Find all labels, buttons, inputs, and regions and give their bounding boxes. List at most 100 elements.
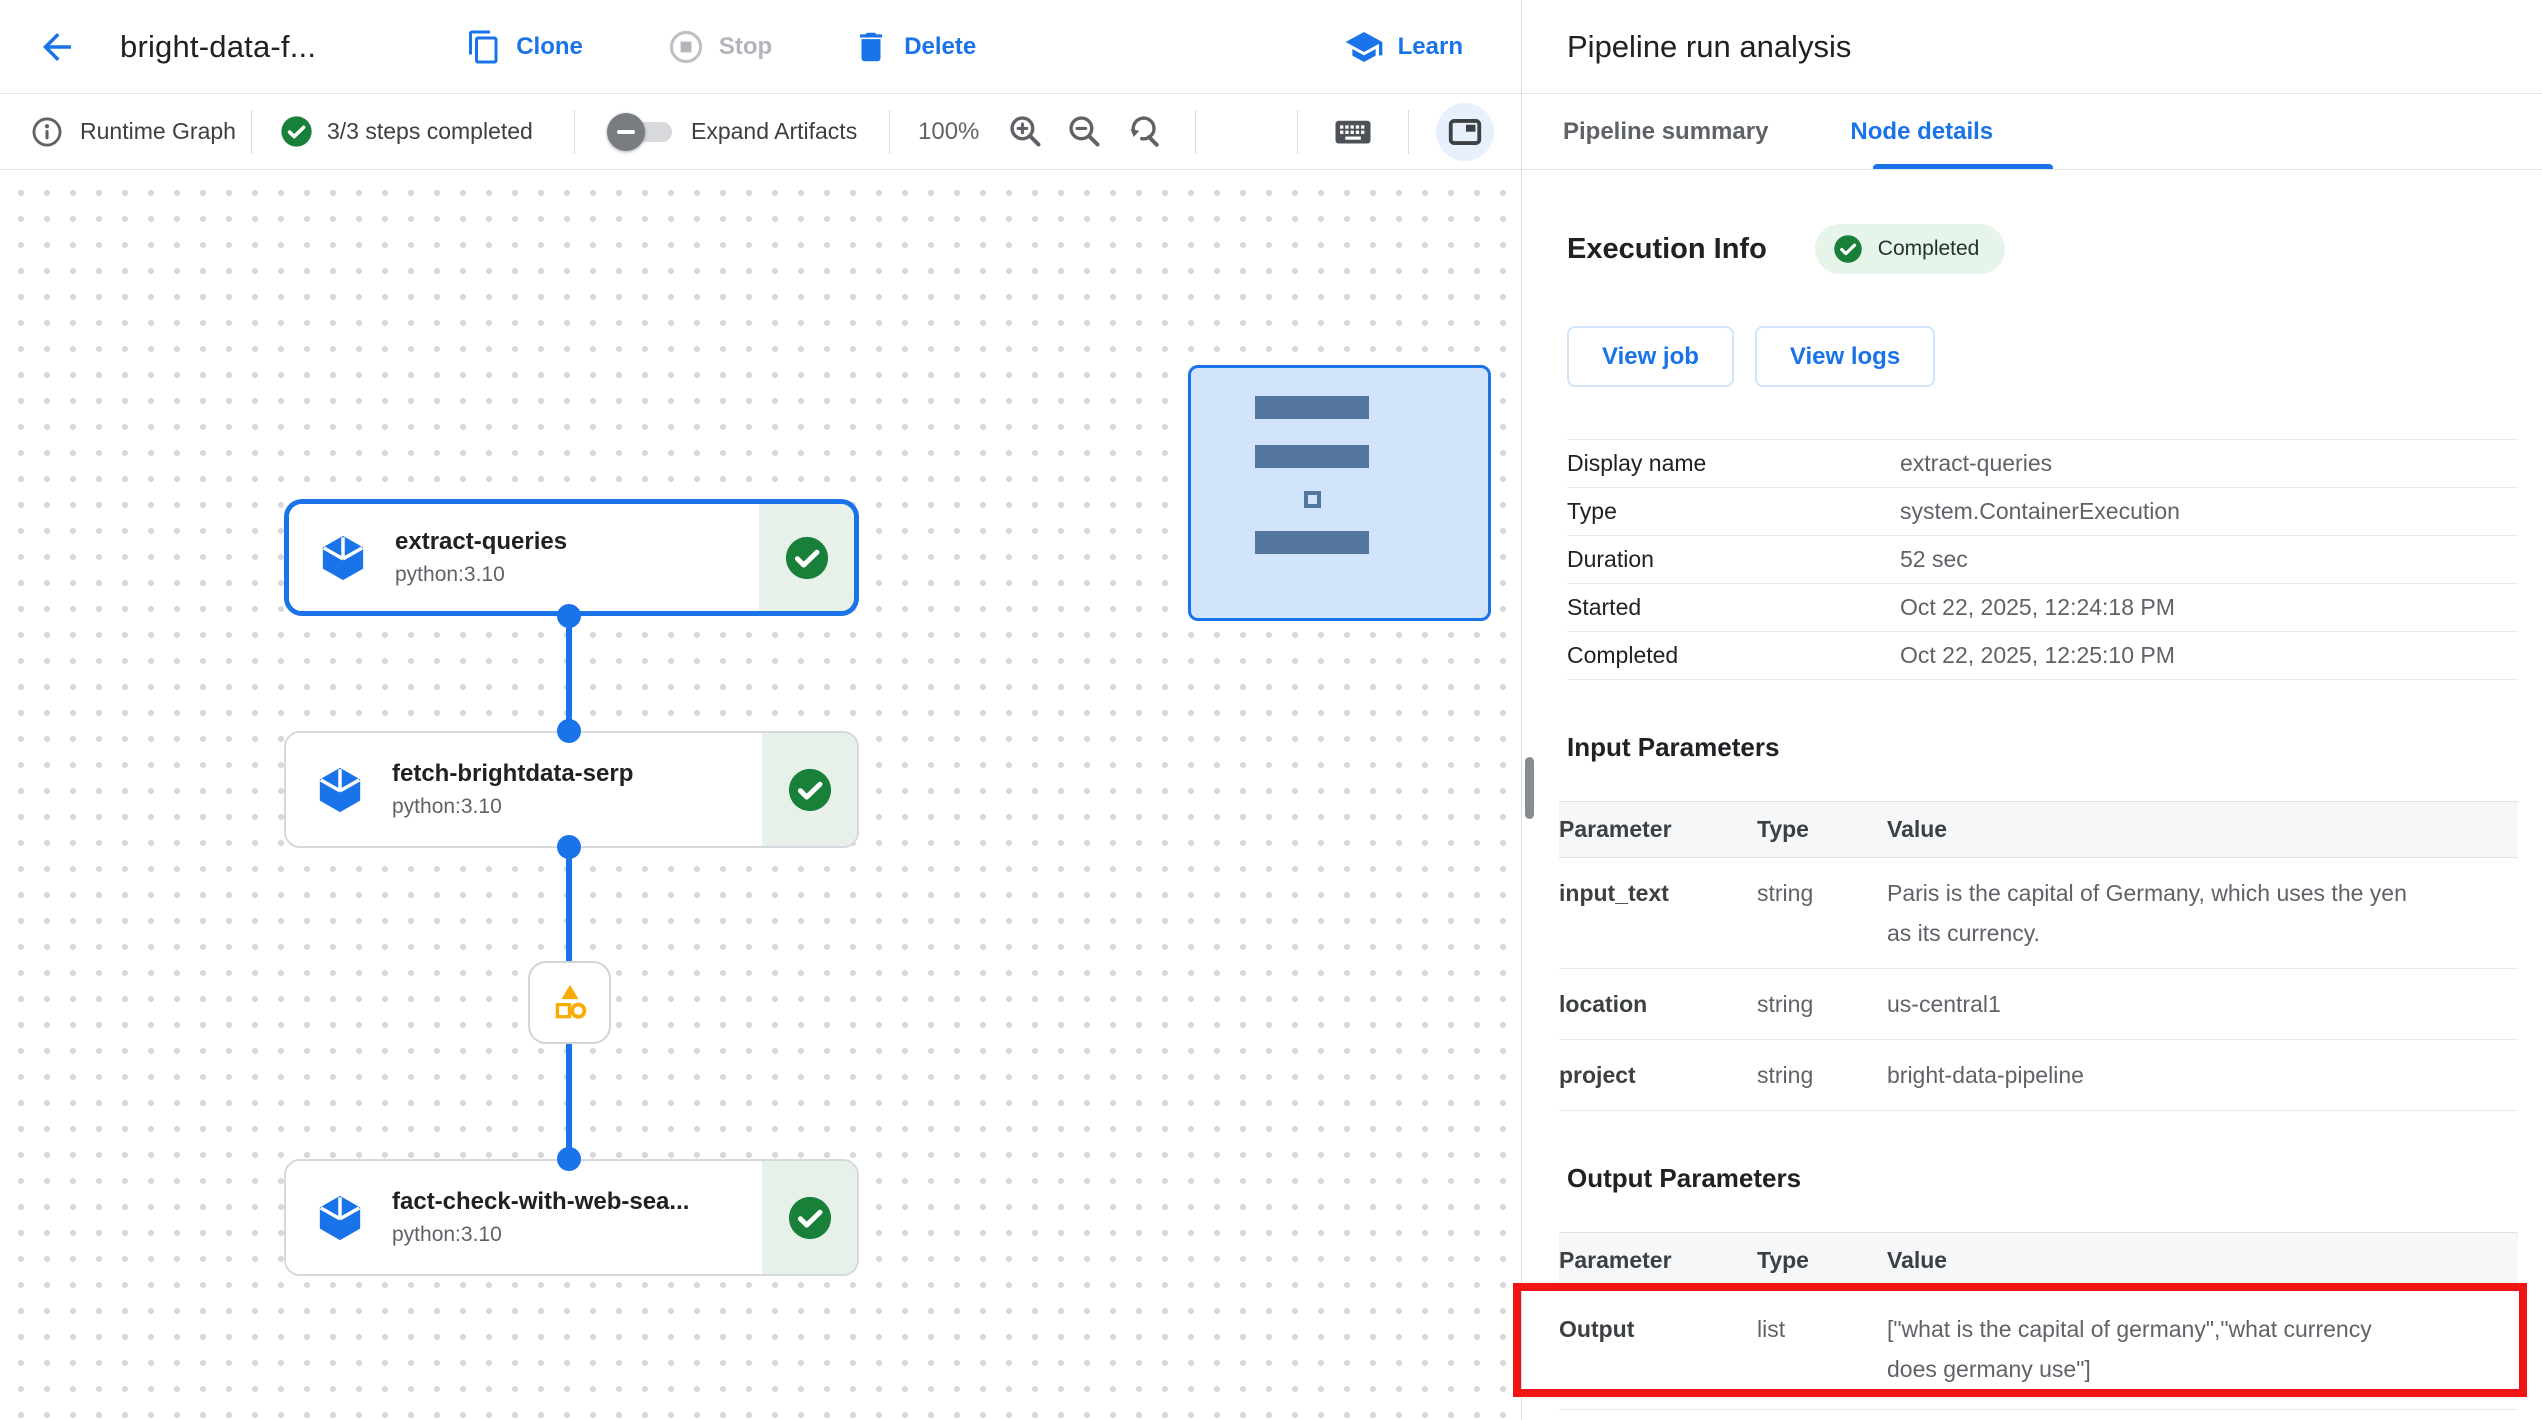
node-subtitle: python:3.10 bbox=[395, 563, 567, 587]
param-type: string bbox=[1757, 873, 1887, 913]
execution-actions: View job View logs bbox=[1567, 326, 2542, 387]
minimap-node-bar bbox=[1255, 531, 1369, 554]
check-circle-icon bbox=[787, 1195, 833, 1241]
component-cube-icon bbox=[314, 1192, 366, 1244]
info-button[interactable] bbox=[30, 115, 64, 149]
param-value: Paris is the capital of Germany, which u… bbox=[1887, 873, 2427, 953]
detail-value: system.ContainerExecution bbox=[1900, 498, 2180, 525]
detail-label: Type bbox=[1567, 498, 1900, 525]
zoom-out-button[interactable] bbox=[1066, 113, 1103, 150]
param-name: input_text bbox=[1559, 873, 1757, 913]
artifact-node[interactable] bbox=[528, 961, 611, 1044]
check-circle-icon bbox=[280, 115, 313, 148]
edge-port-dot bbox=[557, 719, 581, 743]
execution-detail-list: Display name extract-queries Type system… bbox=[1567, 439, 2518, 680]
zoom-level: 100% bbox=[918, 118, 979, 146]
node-fetch-brightdata-serp[interactable]: fetch-brightdata-serp python:3.10 bbox=[284, 731, 859, 848]
status-badge: Completed bbox=[1815, 224, 2006, 274]
panel-scrollbar-thumb[interactable] bbox=[1525, 757, 1534, 819]
param-value: us-central1 bbox=[1887, 984, 2427, 1024]
pipeline-graph-region: bright-data-f... Clone Stop Delete Learn… bbox=[0, 0, 1521, 1420]
param-name: project bbox=[1559, 1055, 1757, 1095]
node-text: fact-check-with-web-sea... python:3.10 bbox=[392, 1188, 689, 1247]
node-title: extract-queries bbox=[395, 528, 567, 556]
detail-label: Display name bbox=[1567, 450, 1900, 477]
minus-icon bbox=[617, 130, 635, 134]
column-header-value: Value bbox=[1887, 816, 2427, 843]
param-name: location bbox=[1559, 984, 1757, 1024]
info-icon bbox=[30, 115, 64, 149]
detail-value: 52 sec bbox=[1900, 546, 1968, 573]
steps-completed-label: 3/3 steps completed bbox=[327, 118, 533, 145]
tab-node-details[interactable]: Node details bbox=[1850, 118, 1993, 146]
view-job-button[interactable]: View job bbox=[1567, 326, 1734, 387]
param-value: ["what is the capital of germany","what … bbox=[1887, 1309, 2427, 1389]
zoom-out-icon bbox=[1066, 113, 1103, 150]
output-parameters-table: Parameter Type Value Output list ["what … bbox=[1559, 1232, 2518, 1410]
panel-title: Pipeline run analysis bbox=[1567, 29, 1851, 65]
learn-button[interactable]: Learn bbox=[1344, 27, 1463, 67]
expand-artifacts-label: Expand Artifacts bbox=[691, 118, 857, 145]
node-body: extract-queries python:3.10 bbox=[289, 504, 759, 611]
table-row-input-text: input_text string Paris is the capital o… bbox=[1559, 858, 2518, 969]
edge-extract-to-fetch bbox=[566, 616, 572, 734]
learn-label: Learn bbox=[1398, 33, 1463, 61]
stop-icon bbox=[667, 28, 705, 66]
param-type: string bbox=[1757, 1055, 1887, 1095]
detail-label: Started bbox=[1567, 594, 1900, 621]
side-panel-icon bbox=[1446, 113, 1484, 151]
delete-button[interactable]: Delete bbox=[852, 28, 976, 66]
status-badge-label: Completed bbox=[1878, 237, 1980, 261]
pipeline-canvas[interactable]: extract-queries python:3.10 fetch-bright… bbox=[0, 170, 1521, 1420]
expand-artifacts-toggle[interactable] bbox=[607, 112, 673, 152]
tab-pipeline-summary[interactable]: Pipeline summary bbox=[1563, 118, 1768, 146]
toggle-knob bbox=[607, 113, 645, 151]
back-arrow-icon bbox=[36, 26, 78, 68]
check-circle-icon bbox=[1833, 234, 1863, 264]
detail-row-type: Type system.ContainerExecution bbox=[1567, 488, 2518, 536]
minimap-artifact-marker bbox=[1304, 491, 1321, 508]
delete-trash-icon bbox=[852, 28, 890, 66]
zoom-controls: 100% bbox=[890, 94, 1195, 169]
edge-port-dot bbox=[557, 604, 581, 628]
stop-button[interactable]: Stop bbox=[667, 28, 772, 66]
node-text: extract-queries python:3.10 bbox=[395, 528, 567, 587]
param-type: string bbox=[1757, 984, 1887, 1024]
execution-info-heading: Execution Info bbox=[1567, 233, 1767, 266]
column-header-value: Value bbox=[1887, 1247, 2427, 1274]
table-header: Parameter Type Value bbox=[1559, 1232, 2518, 1289]
toggle-side-panel-button[interactable] bbox=[1436, 103, 1494, 161]
param-type: list bbox=[1757, 1309, 1887, 1349]
clone-button[interactable]: Clone bbox=[466, 29, 583, 65]
view-logs-button[interactable]: View logs bbox=[1755, 326, 1935, 387]
keyboard-shortcuts-button[interactable] bbox=[1332, 111, 1374, 153]
detail-row-started: Started Oct 22, 2025, 12:24:18 PM bbox=[1567, 584, 2518, 632]
check-circle-icon bbox=[787, 767, 833, 813]
back-button[interactable] bbox=[36, 26, 78, 68]
details-side-panel: Pipeline run analysis Pipeline summary N… bbox=[1521, 0, 2542, 1420]
runtime-graph-label: Runtime Graph bbox=[80, 118, 236, 145]
zoom-reset-icon bbox=[1125, 113, 1162, 150]
node-title: fetch-brightdata-serp bbox=[392, 760, 633, 788]
graph-toolbar: Runtime Graph 3/3 steps completed Expand… bbox=[0, 94, 1521, 170]
node-subtitle: python:3.10 bbox=[392, 1223, 689, 1247]
detail-label: Completed bbox=[1567, 642, 1900, 669]
panel-header: Pipeline run analysis bbox=[1522, 0, 2542, 94]
node-extract-queries[interactable]: extract-queries python:3.10 bbox=[284, 499, 859, 616]
keyboard-icon bbox=[1332, 111, 1374, 153]
zoom-reset-button[interactable] bbox=[1125, 113, 1162, 150]
param-value: bright-data-pipeline bbox=[1887, 1055, 2427, 1095]
pipeline-minimap[interactable] bbox=[1188, 365, 1491, 621]
minimap-node-bar bbox=[1255, 396, 1369, 419]
active-tab-indicator bbox=[1873, 164, 2053, 169]
zoom-in-button[interactable] bbox=[1007, 113, 1044, 150]
minimap-node-bar bbox=[1255, 445, 1369, 468]
edge-port-dot bbox=[557, 835, 581, 859]
detail-value: Oct 22, 2025, 12:24:18 PM bbox=[1900, 594, 2175, 621]
node-status-completed bbox=[762, 1161, 857, 1274]
detail-label: Duration bbox=[1567, 546, 1900, 573]
node-fact-check-with-web-search[interactable]: fact-check-with-web-sea... python:3.10 bbox=[284, 1159, 859, 1276]
component-cube-icon bbox=[314, 764, 366, 816]
top-toolbar: bright-data-f... Clone Stop Delete Learn bbox=[0, 0, 1521, 94]
detail-value: Oct 22, 2025, 12:25:10 PM bbox=[1900, 642, 2175, 669]
